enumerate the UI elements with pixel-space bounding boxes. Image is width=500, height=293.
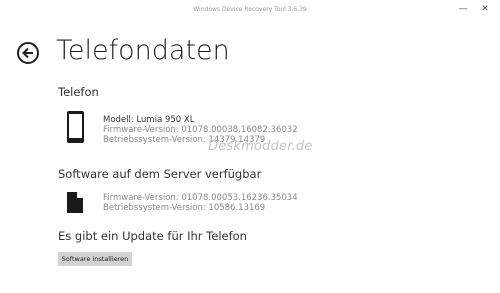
server-firmware-version: Firmware-Version: 01078.00053.16236.3503… <box>103 193 298 203</box>
update-section-title: Es gibt ein Update für Ihr Telefon <box>58 229 247 243</box>
close-button[interactable]: ✕ <box>478 3 492 15</box>
back-arrow-icon <box>22 47 33 59</box>
watermark: Deskmodder.de <box>208 139 313 154</box>
back-button[interactable] <box>17 42 39 64</box>
phone-section-title: Telefon <box>58 85 99 99</box>
app-title: Windows Device Recovery Tool 3.6.39 <box>193 6 307 13</box>
server-os-version: Betriebssystem-Version: 10586.13169 <box>103 203 266 213</box>
install-software-button[interactable]: Software installieren <box>58 252 132 266</box>
phone-model: Modell: Lumia 950 XL <box>103 115 195 125</box>
server-section-title: Software auf dem Server verfügbar <box>58 167 262 181</box>
document-icon <box>67 192 83 213</box>
phone-firmware-version: Firmware-Version: 01078.00038.16082.3603… <box>103 125 298 135</box>
minimize-button[interactable]: — <box>456 3 470 15</box>
page-title: Telefondaten <box>56 35 230 66</box>
phone-icon <box>67 111 84 143</box>
title-bar: Windows Device Recovery Tool 3.6.39 — ✕ <box>0 0 500 22</box>
